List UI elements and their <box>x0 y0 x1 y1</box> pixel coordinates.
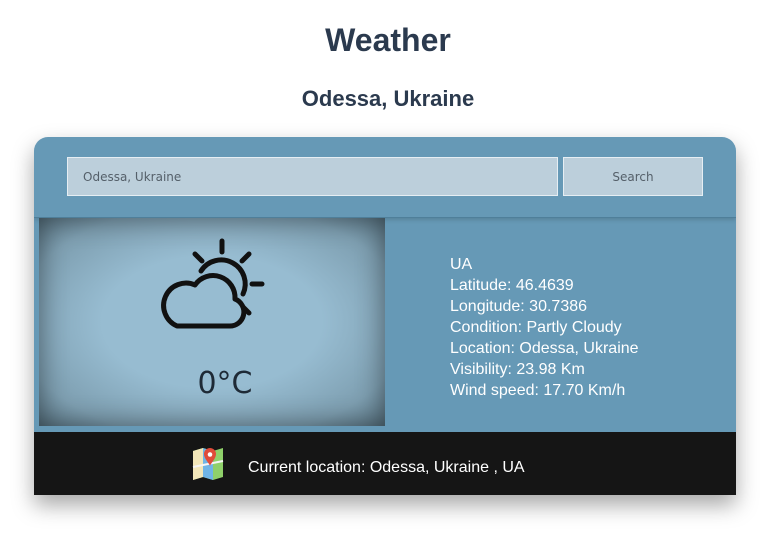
longitude-value: Longitude: 30.7386 <box>450 298 588 315</box>
country-code: UA <box>450 256 473 273</box>
visibility-value: Visibility: 23.98 Km <box>450 361 585 378</box>
condition-value: Condition: Partly Cloudy <box>450 319 622 336</box>
search-bar: Search <box>34 137 736 218</box>
search-input[interactable] <box>67 157 558 196</box>
partly-cloudy-icon <box>161 238 265 329</box>
footer-bar: Current location: Odessa, Ukraine , UA <box>34 432 736 495</box>
weather-page: Weather Odessa, Ukraine Search 0°C <box>0 0 776 540</box>
map-pin-icon <box>192 448 224 480</box>
current-location-text: Current location: Odessa, Ukraine , UA <box>248 459 525 476</box>
page-title: Weather <box>325 22 451 58</box>
temperature-value: 0°C <box>197 366 253 401</box>
location-heading: Odessa, Ukraine <box>301 86 475 111</box>
wind-speed-value: Wind speed: 17.70 Km/h <box>450 382 626 399</box>
weather-card: Search 0°C UA Latitude: 46.4639 Longitud… <box>34 137 736 495</box>
current-weather-panel: 0°C <box>39 218 385 426</box>
search-button[interactable]: Search <box>563 157 703 196</box>
weather-details: UA Latitude: 46.4639 Longitude: 30.7386 … <box>450 254 639 401</box>
location-value: Location: Odessa, Ukraine <box>450 340 639 357</box>
latitude-value: Latitude: 46.4639 <box>450 277 574 294</box>
